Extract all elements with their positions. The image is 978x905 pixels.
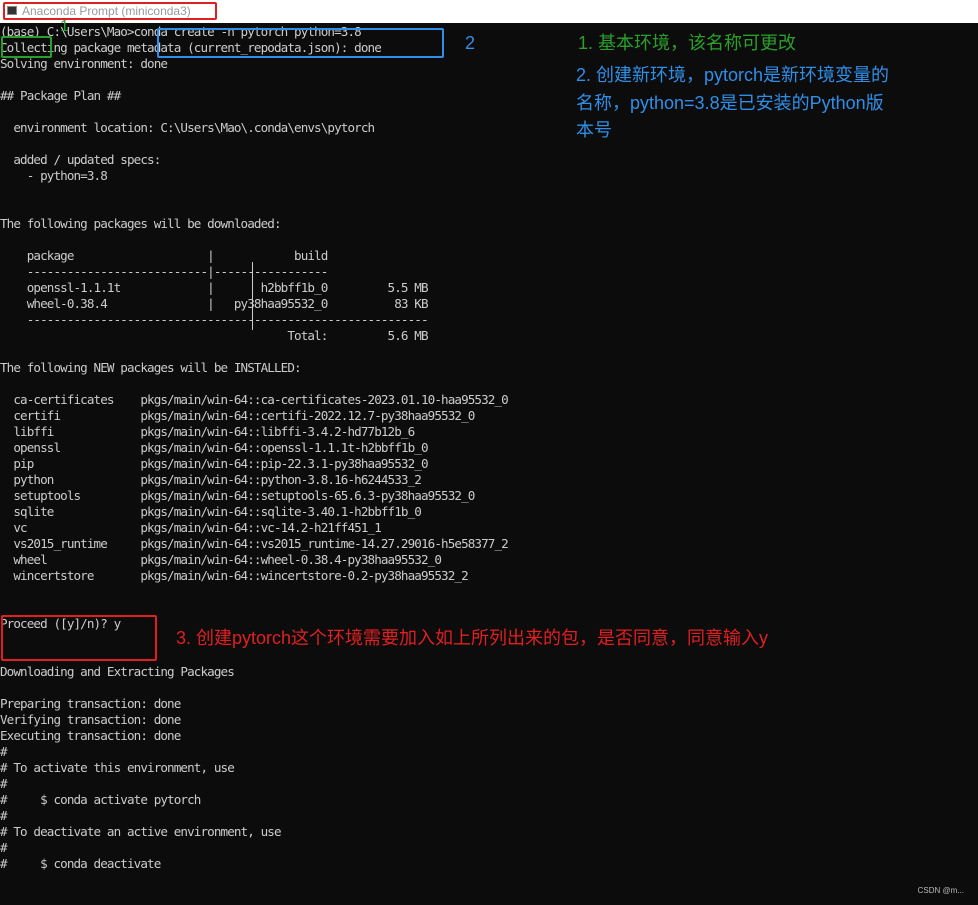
title-bar[interactable]: Anaconda Prompt (miniconda3) xyxy=(0,0,978,23)
terminal-line: # xyxy=(0,808,8,823)
terminal-line: vc pkgs/main/win-64::vc-14.2-h21ff451_1 xyxy=(0,520,381,535)
annotation-note-2-line-3: 本号 xyxy=(576,120,612,140)
table-separator xyxy=(252,262,253,330)
title-highlight-box xyxy=(3,2,217,20)
terminal-line: Executing transaction: done xyxy=(0,728,181,743)
annotation-label-2: 2 xyxy=(465,33,476,53)
terminal-line: Total: 5.6 MB xyxy=(0,328,428,343)
terminal-line: ---------------------------|------------… xyxy=(0,264,329,279)
terminal-line: # To deactivate an active environment, u… xyxy=(0,824,282,839)
annotation-note-2-line-1: 2. 创建新环境，pytorch是新环境变量的 xyxy=(576,65,890,85)
proceed-highlight-box xyxy=(1,615,157,661)
terminal-line: openssl pkgs/main/win-64::openssl-1.1.1t… xyxy=(0,440,428,455)
command-highlight-box xyxy=(157,28,444,58)
terminal-line: wincertstore pkgs/main/win-64::wincertst… xyxy=(0,568,468,583)
terminal-line: # To activate this environment, use xyxy=(0,760,235,775)
terminal-line: Preparing transaction: done xyxy=(0,696,181,711)
terminal-line: vs2015_runtime pkgs/main/win-64::vs2015_… xyxy=(0,536,508,551)
terminal-line: environment location: C:\Users\Mao\.cond… xyxy=(0,120,375,135)
watermark: CSDN @m... xyxy=(917,886,964,895)
terminal-line: - python=3.8 xyxy=(0,168,108,183)
terminal-output[interactable]: (base) C:\Users\Mao>conda create -n pyto… xyxy=(0,24,978,905)
terminal-line: sqlite pkgs/main/win-64::sqlite-3.40.1-h… xyxy=(0,504,422,519)
terminal-line: # xyxy=(0,776,8,791)
terminal-line: added / updated specs: xyxy=(0,152,161,167)
terminal-line: certifi pkgs/main/win-64::certifi-2022.1… xyxy=(0,408,475,423)
terminal-line: ## Package Plan ## xyxy=(0,88,121,103)
terminal-line: python pkgs/main/win-64::python-3.8.16-h… xyxy=(0,472,422,487)
annotation-note-2-line-2: 名称，python=3.8是已安装的Python版 xyxy=(576,93,884,113)
terminal-line: # xyxy=(0,840,8,855)
terminal-line: The following packages will be downloade… xyxy=(0,216,282,231)
terminal-line: # $ conda activate pytorch xyxy=(0,792,201,807)
base-env-highlight-box xyxy=(1,36,52,58)
terminal-line: wheel-0.38.4 | py38haa95532_0 83 KB xyxy=(0,296,429,311)
annotation-note-3: 3. 创建pytorch这个环境需要加入如上所列出来的包，是否同意，同意输入y xyxy=(176,628,769,648)
terminal-line: libffi pkgs/main/win-64::libffi-3.4.2-hd… xyxy=(0,424,415,439)
terminal-line: package | build xyxy=(0,248,329,263)
terminal-line: # xyxy=(0,744,8,759)
terminal-line: setuptools pkgs/main/win-64::setuptools-… xyxy=(0,488,475,503)
terminal-line: # $ conda deactivate xyxy=(0,856,161,871)
terminal-line: pip pkgs/main/win-64::pip-22.3.1-py38haa… xyxy=(0,456,428,471)
terminal-line: ca-certificates pkgs/main/win-64::ca-cer… xyxy=(0,392,508,407)
terminal-line: Verifying transaction: done xyxy=(0,712,181,727)
terminal-line: Solving environment: done xyxy=(0,56,168,71)
terminal-line: Downloading and Extracting Packages xyxy=(0,664,235,679)
annotation-label-1: 1 xyxy=(60,18,69,35)
annotation-note-1: 1. 基本环境，该名称可更改 xyxy=(578,33,797,53)
terminal-line: openssl-1.1.1t | h2bbff1b_0 5.5 MB xyxy=(0,280,429,295)
terminal-line: wheel pkgs/main/win-64::wheel-0.38.4-py3… xyxy=(0,552,442,567)
terminal-line: The following NEW packages will be INSTA… xyxy=(0,360,302,375)
terminal-line: ----------------------------------------… xyxy=(0,312,429,327)
